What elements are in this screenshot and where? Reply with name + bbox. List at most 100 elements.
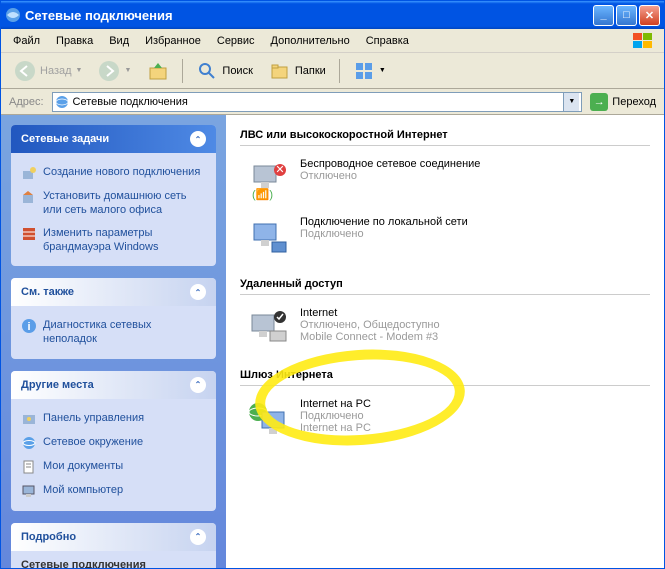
panel-title: См. также	[21, 286, 74, 298]
task-home-network[interactable]: Установить домашнюю сеть или сеть малого…	[21, 185, 206, 222]
separator	[182, 59, 183, 83]
connection-text: Беспроводное сетевое соединение Отключен…	[300, 158, 480, 202]
menu-help[interactable]: Справка	[358, 33, 417, 49]
toolbar: Назад ▼ ▼ Поиск Папки ▼	[1, 53, 664, 89]
back-button[interactable]: Назад ▼	[7, 56, 89, 86]
connection-status: Отключено, Общедоступно	[300, 319, 440, 331]
place-my-computer[interactable]: Мой компьютер	[21, 479, 206, 503]
titlebar[interactable]: Сетевые подключения _ □ ✕	[1, 1, 664, 29]
connection-device: Internet на PC	[300, 422, 371, 434]
svg-text:✕: ✕	[275, 164, 284, 176]
menu-service[interactable]: Сервис	[209, 33, 263, 49]
chevron-down-icon: ▼	[124, 67, 131, 74]
minimize-button[interactable]: _	[593, 5, 614, 26]
panel-network-tasks: Сетевые задачи ⌃ Создание нового подключ…	[11, 125, 216, 266]
menu-file[interactable]: Файл	[5, 33, 48, 49]
connection-item-lan[interactable]: Подключение по локальной сети Подключено	[240, 212, 650, 264]
seealso-diagnostics[interactable]: i Диагностика сетевых неполадок	[21, 314, 206, 351]
panel-header[interactable]: Сетевые задачи ⌃	[11, 125, 216, 153]
panel-body: i Диагностика сетевых неполадок	[11, 306, 216, 359]
place-my-documents[interactable]: Мои документы	[21, 455, 206, 479]
connection-status: Подключено	[300, 410, 371, 422]
menu-view[interactable]: Вид	[101, 33, 137, 49]
connection-status: Отключено	[300, 170, 480, 182]
views-button[interactable]: ▼	[346, 56, 393, 86]
maximize-button[interactable]: □	[616, 5, 637, 26]
documents-icon	[21, 459, 37, 475]
address-label: Адрес:	[5, 96, 48, 108]
firewall-icon	[21, 226, 37, 242]
task-new-connection[interactable]: Создание нового подключения	[21, 161, 206, 185]
sidebar: Сетевые задачи ⌃ Создание нового подключ…	[1, 115, 226, 568]
gateway-icon	[246, 398, 290, 442]
place-label: Мой компьютер	[43, 483, 123, 497]
connection-name: Internet	[300, 307, 440, 319]
panel-see-also: См. также ⌃ i Диагностика сетевых непола…	[11, 278, 216, 359]
address-input[interactable]: Сетевые подключения ▼	[52, 92, 583, 112]
folders-button[interactable]: Папки	[262, 56, 333, 86]
task-label: Установить домашнюю сеть или сеть малого…	[43, 189, 206, 218]
panel-header[interactable]: Другие места ⌃	[11, 371, 216, 399]
connection-text: Internet Отключено, Общедоступно Mobile …	[300, 307, 440, 351]
section-header-dialup: Удаленный доступ	[240, 274, 650, 295]
svg-text:i: i	[27, 321, 30, 333]
connection-item-gateway[interactable]: Internet на PC Подключено Internet на PC	[240, 394, 650, 446]
forward-icon	[98, 60, 120, 82]
up-button[interactable]	[140, 56, 176, 86]
close-button[interactable]: ✕	[639, 5, 660, 26]
collapse-icon: ⌃	[190, 377, 206, 393]
back-icon	[14, 60, 36, 82]
connection-item-internet[interactable]: Internet Отключено, Общедоступно Mobile …	[240, 303, 650, 355]
chevron-down-icon: ▼	[76, 67, 83, 74]
connection-name: Подключение по локальной сети	[300, 216, 468, 228]
help-icon: i	[21, 318, 37, 334]
window-title: Сетевые подключения	[25, 8, 591, 23]
connection-name: Internet на PC	[300, 398, 371, 410]
panel-header[interactable]: См. также ⌃	[11, 278, 216, 306]
search-icon	[196, 60, 218, 82]
panel-header[interactable]: Подробно ⌃	[11, 523, 216, 551]
place-label: Панель управления	[43, 411, 144, 425]
lan-connected-icon	[246, 216, 290, 260]
new-connection-icon	[21, 165, 37, 181]
folders-label: Папки	[295, 65, 326, 77]
place-label: Сетевое окружение	[43, 435, 143, 449]
search-button[interactable]: Поиск	[189, 56, 259, 86]
forward-button[interactable]: ▼	[91, 56, 138, 86]
place-control-panel[interactable]: Панель управления	[21, 407, 206, 431]
main-content: ЛВС или высокоскоростной Интернет (📶)✕ Б…	[226, 115, 664, 568]
network-connections-icon	[55, 95, 69, 109]
panel-title: Другие места	[21, 379, 94, 391]
connection-name: Беспроводное сетевое соединение	[300, 158, 480, 170]
home-network-icon	[21, 189, 37, 205]
place-network-neighborhood[interactable]: Сетевое окружение	[21, 431, 206, 455]
network-icon	[21, 435, 37, 451]
connection-status: Подключено	[300, 228, 468, 240]
place-label: Мои документы	[43, 459, 123, 473]
connection-item-wireless[interactable]: (📶)✕ Беспроводное сетевое соединение Отк…	[240, 154, 650, 206]
go-button[interactable]: → Переход	[586, 91, 660, 113]
back-label: Назад	[40, 65, 72, 77]
collapse-icon: ⌃	[190, 284, 206, 300]
menu-favorites[interactable]: Избранное	[137, 33, 209, 49]
panel-title: Подробно	[21, 531, 76, 543]
collapse-icon: ⌃	[190, 529, 206, 545]
menu-extra[interactable]: Дополнительно	[263, 33, 358, 49]
explorer-window: Сетевые подключения _ □ ✕ Файл Правка Ви…	[0, 0, 665, 569]
address-value: Сетевые подключения	[73, 96, 560, 108]
panel-body: Сетевые подключения Системная папка	[11, 551, 216, 568]
connection-text: Подключение по локальной сети Подключено	[300, 216, 468, 260]
search-label: Поиск	[222, 65, 252, 77]
menu-edit[interactable]: Правка	[48, 33, 101, 49]
svg-text:(📶): (📶)	[252, 188, 273, 201]
task-label: Изменить параметры брандмауэра Windows	[43, 226, 206, 255]
chevron-down-icon: ▼	[379, 67, 386, 74]
address-dropdown-button[interactable]: ▼	[563, 93, 579, 111]
task-firewall[interactable]: Изменить параметры брандмауэра Windows	[21, 222, 206, 259]
go-label: Переход	[612, 96, 656, 108]
network-connections-icon	[5, 7, 21, 23]
details-folder-name: Сетевые подключения	[21, 559, 206, 568]
content-area: Сетевые задачи ⌃ Создание нового подключ…	[1, 115, 664, 568]
section-header-gateway: Шлюз Интернета	[240, 365, 650, 386]
computer-icon	[21, 483, 37, 499]
